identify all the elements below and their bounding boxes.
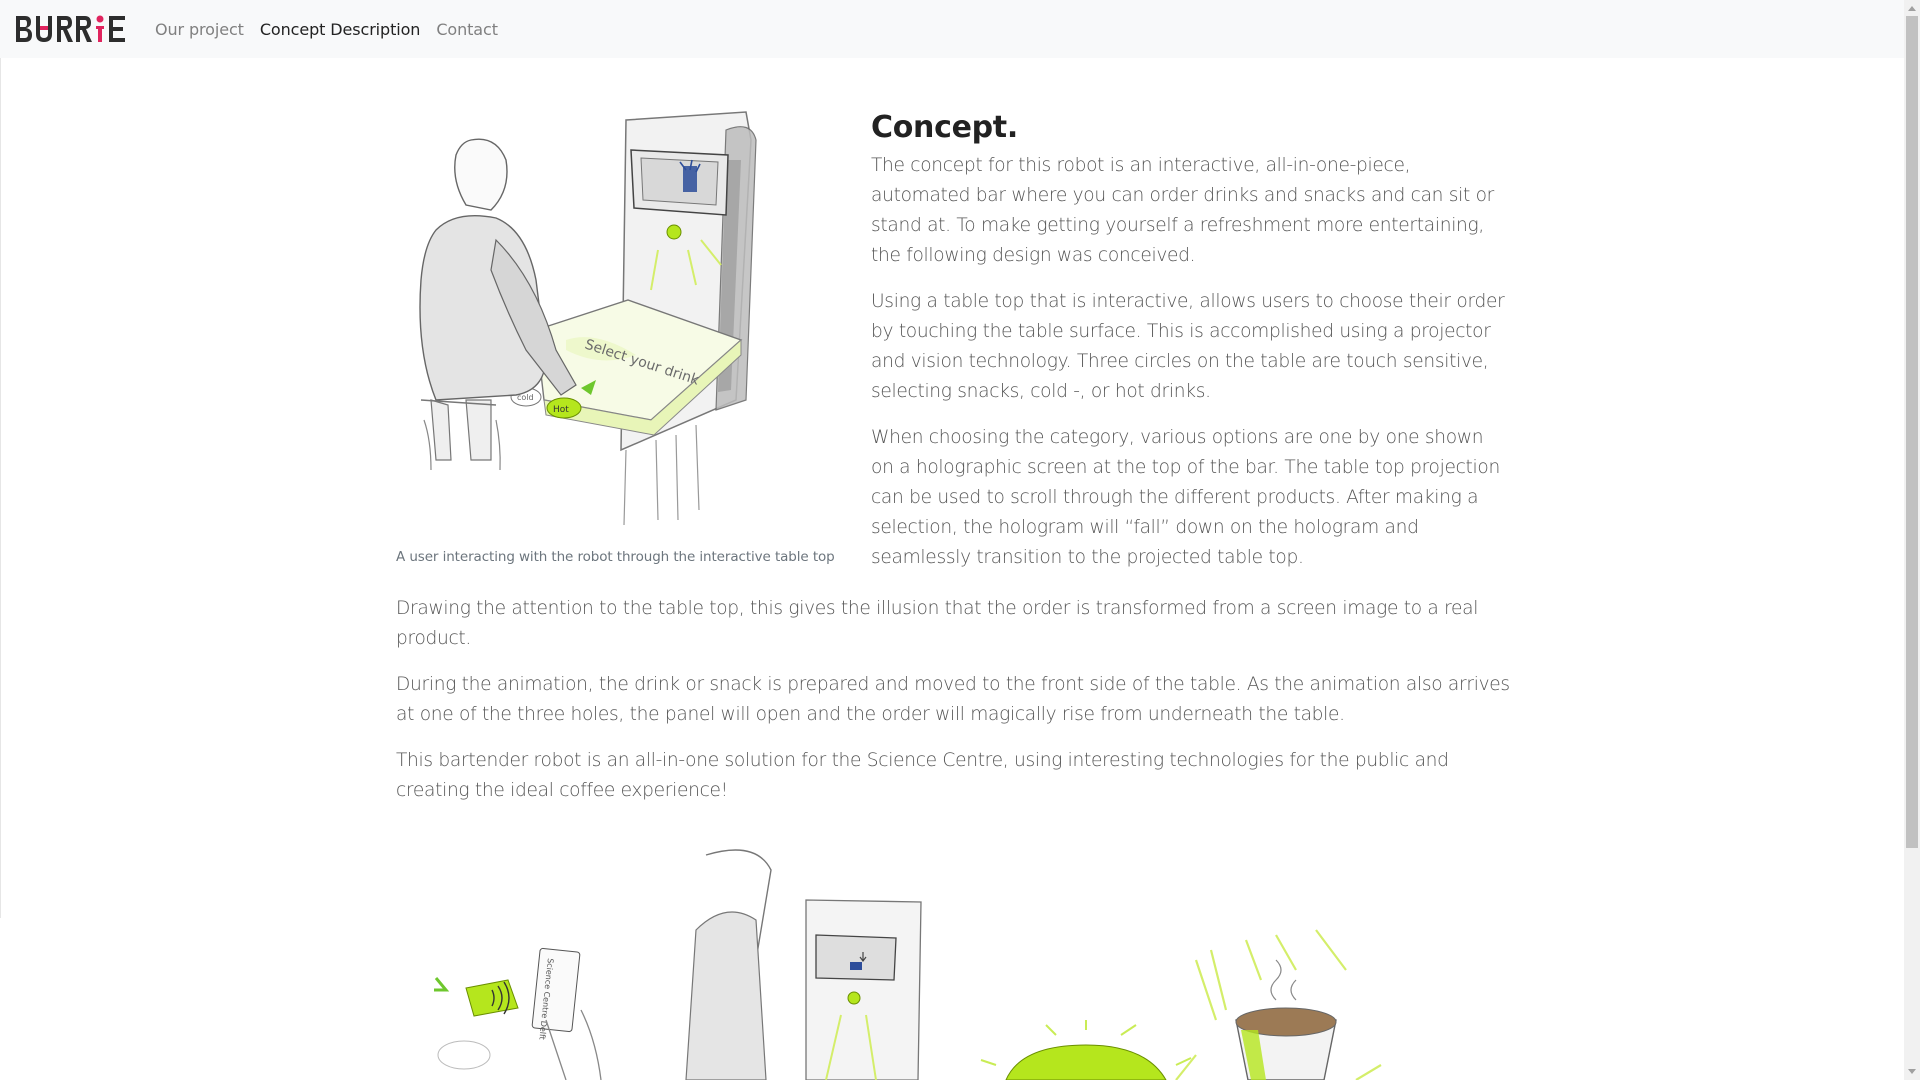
- chevron-down-icon[interactable]: [1904, 1064, 1920, 1080]
- vertical-scrollbar[interactable]: [1904, 0, 1920, 1080]
- brand-logo-icon: [16, 15, 125, 42]
- left-edge-divider: [0, 58, 1, 918]
- concept-full-width-text: Drawing the attention to the table top, …: [396, 594, 1512, 822]
- page: Our project Concept Description Contact: [0, 0, 1920, 1080]
- navbar: Our project Concept Description Contact: [0, 0, 1904, 58]
- concept-sketch-image: Select your drink cold Hot: [419, 111, 757, 526]
- concept-top-row: Select your drink cold Hot A user intera…: [396, 100, 1512, 582]
- scrollbar-thumb[interactable]: [1906, 16, 1918, 848]
- concept-title: Concept.: [871, 110, 1018, 145]
- figure-caption: A user interacting with the robot throug…: [396, 549, 835, 565]
- chevron-up-icon[interactable]: [1904, 0, 1920, 16]
- sketch-text-hot: Hot: [553, 405, 569, 415]
- brand-logo[interactable]: [14, 12, 132, 46]
- nav-links: Our project Concept Description Contact: [155, 20, 514, 39]
- concept-paragraph-1: The concept for this robot is an interac…: [871, 155, 1495, 266]
- bottom-sketch-strip: Science Centre Delft: [396, 840, 1512, 1080]
- concept-figure: Select your drink cold Hot A user intera…: [396, 100, 836, 565]
- nav-link-concept-description[interactable]: Concept Description: [260, 20, 421, 39]
- bottom-sketch-image: Science Centre Delft: [434, 849, 1382, 1080]
- concept-paragraph-3: When choosing the category, various opti…: [871, 427, 1500, 568]
- concept-paragraph-6: This bartender robot is an all-in-one so…: [396, 750, 1449, 801]
- concept-paragraph-5: During the animation, the drink or snack…: [396, 674, 1510, 725]
- concept-paragraph-4: Drawing the attention to the table top, …: [396, 598, 1479, 649]
- concept-paragraph-2: Using a table top that is interactive, a…: [871, 291, 1505, 402]
- concept-text-column: Concept. The concept for this robot is a…: [871, 110, 1511, 589]
- main-content: Select your drink cold Hot A user intera…: [396, 100, 1512, 801]
- nav-link-contact[interactable]: Contact: [436, 20, 498, 39]
- nav-link-our-project[interactable]: Our project: [155, 20, 244, 39]
